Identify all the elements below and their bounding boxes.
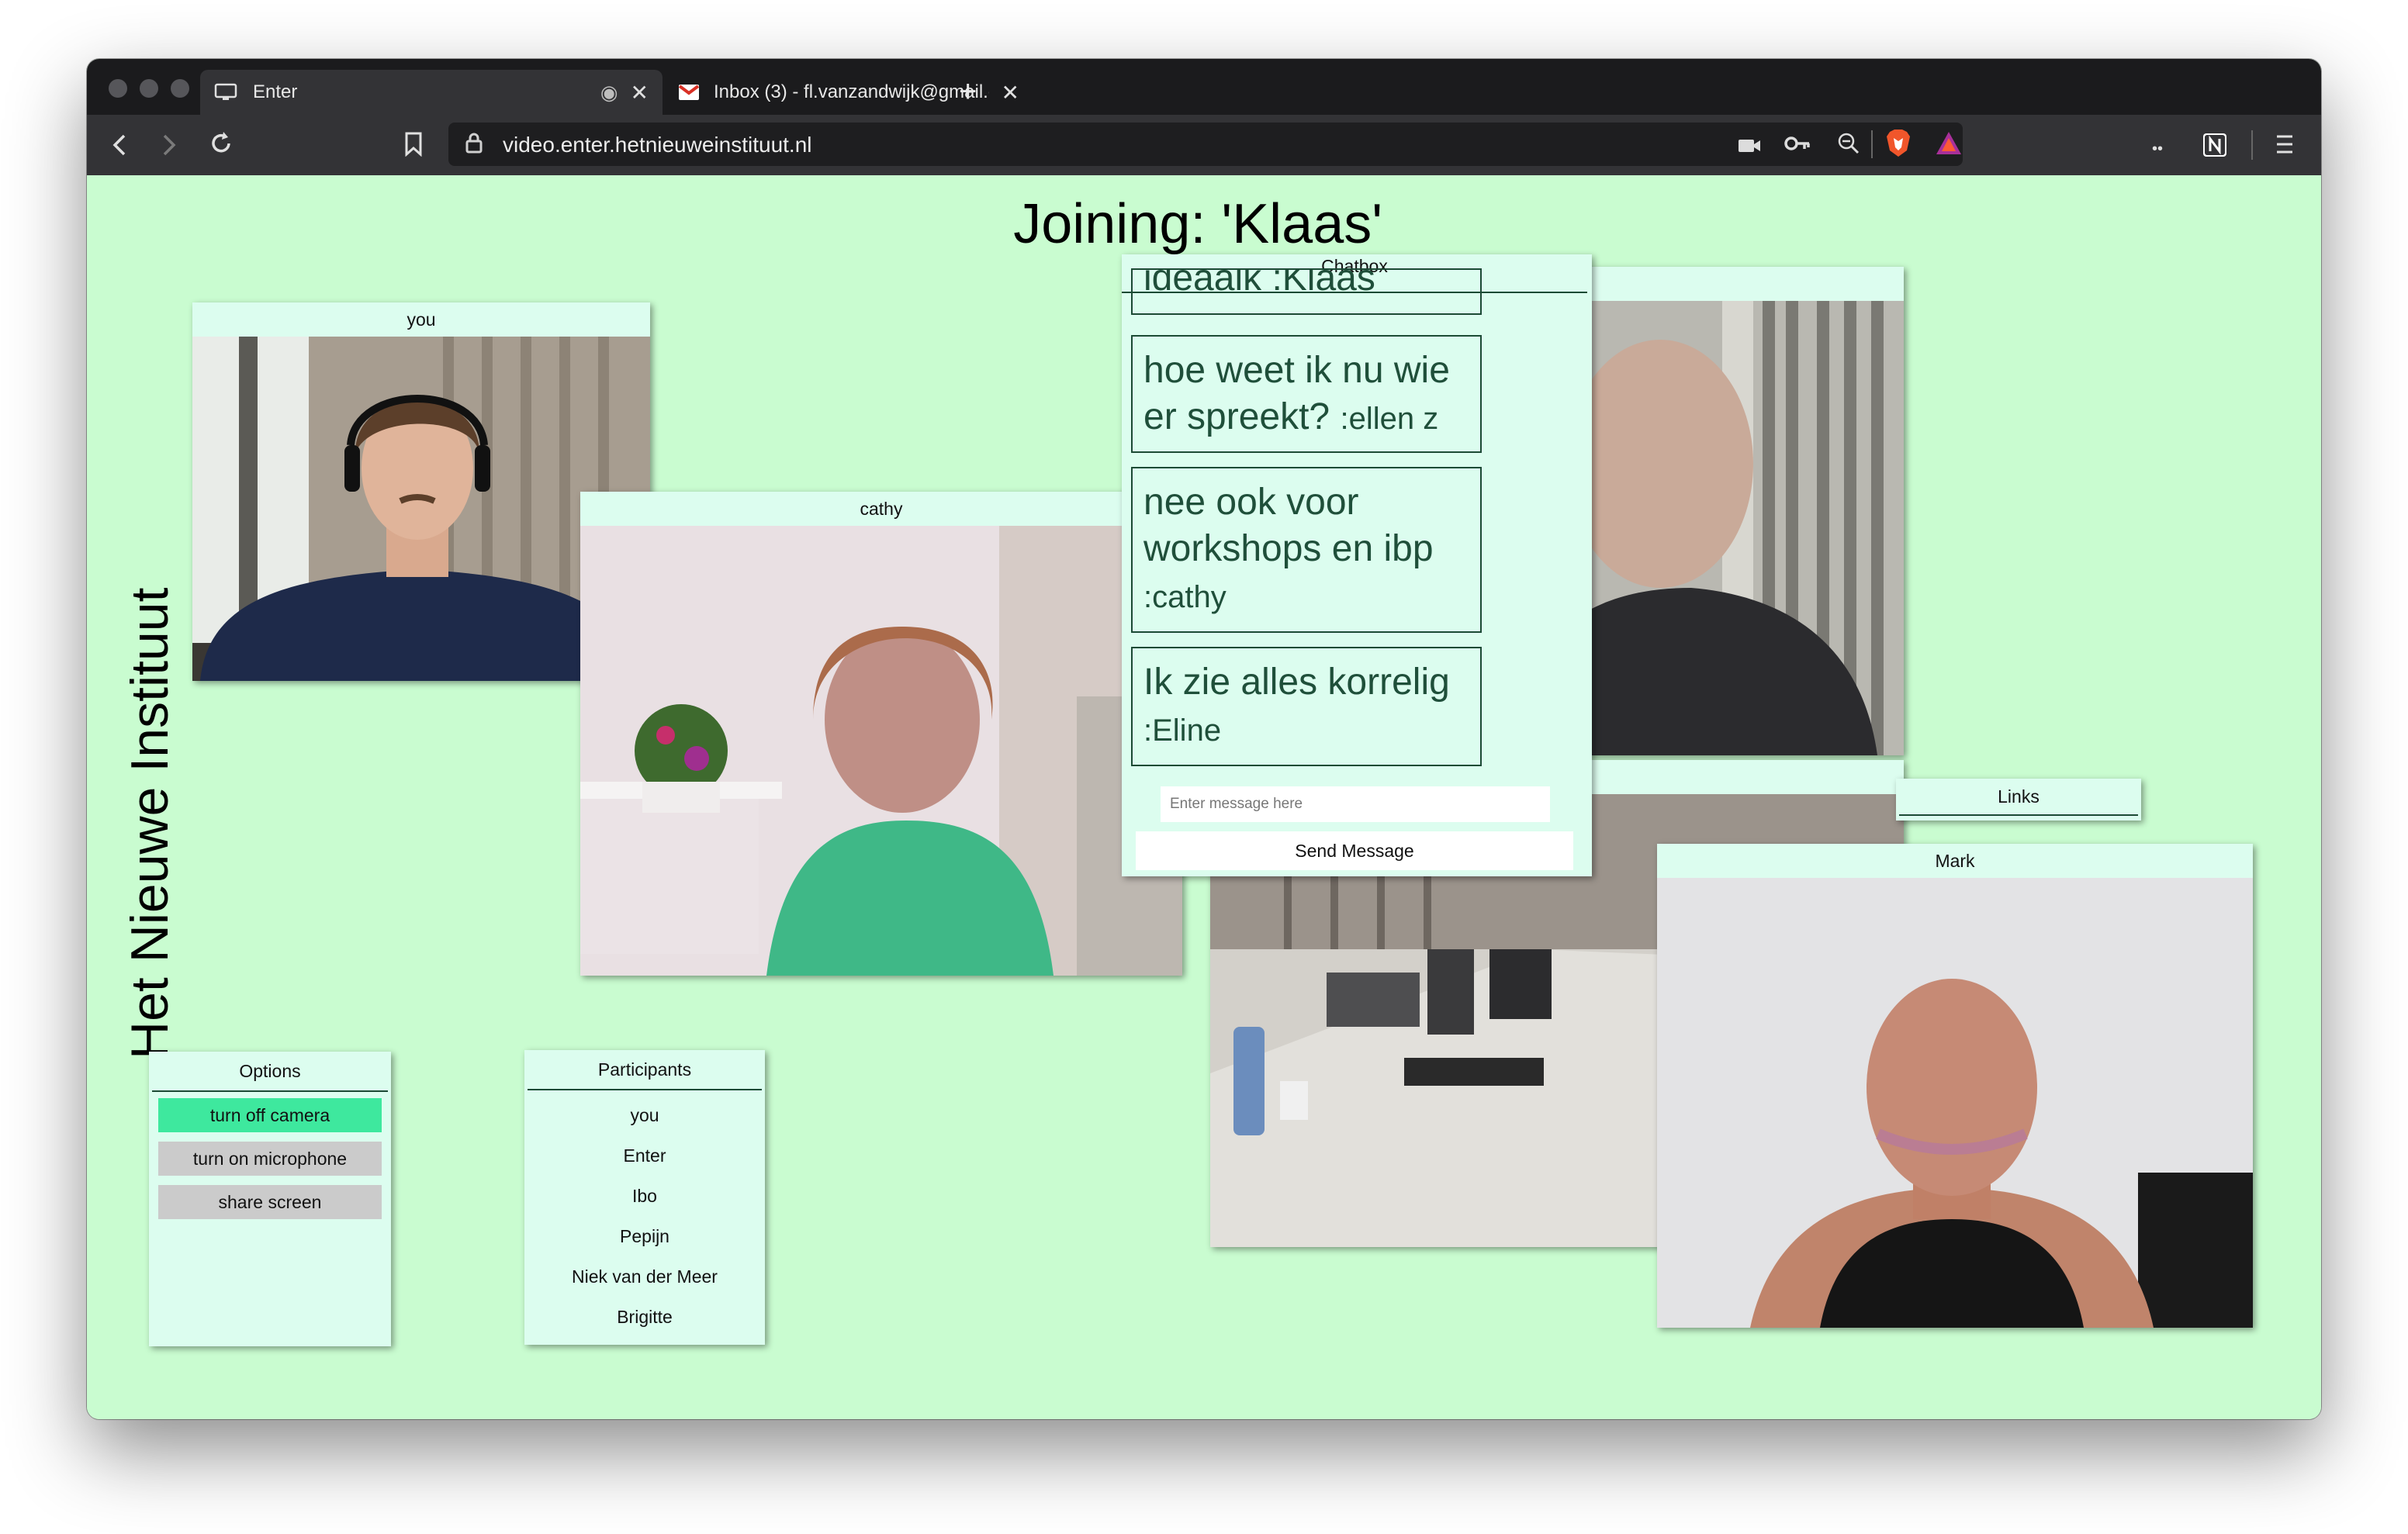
chat-message-text: Ik zie alles korrelig — [1143, 662, 1450, 703]
links-title: Links — [1899, 779, 2138, 816]
tab-inbox[interactable]: Inbox (3) - fl.vanzandwijk@gmail.com ✕ — [664, 70, 1033, 115]
chat-message: nee ook voor workshops en ibp :cathy — [1131, 467, 1482, 633]
turn-on-microphone-button[interactable]: turn on microphone — [158, 1142, 382, 1176]
url-text: video.enter.hetnieuweinstituut.nl — [503, 133, 812, 157]
participant-item[interactable]: you — [524, 1095, 765, 1135]
chat-message-text: ideaalk :Klaas — [1143, 268, 1375, 299]
chat-message: hoe weet ik nu wie er spreekt? :ellen z — [1131, 335, 1482, 453]
reload-icon[interactable] — [208, 130, 234, 161]
zoom-icon[interactable] — [1837, 132, 1860, 161]
chat-message-author: :Eline — [1143, 713, 1222, 748]
browser-window: Enter ◉ ✕ Inbox (3) - fl.vanzandwijk@gma… — [87, 59, 2321, 1419]
participants-panel: Participants you Enter Ibo Pepijn Niek v… — [524, 1050, 765, 1345]
new-tab-icon[interactable]: + — [959, 76, 977, 107]
chat-message-partial: ideaalk :Klaas — [1131, 268, 1482, 315]
chat-message-author: :ellen z — [1340, 402, 1439, 436]
toolbar-divider — [2251, 130, 2253, 160]
chatbox-panel: Chatbox ideaalk :Klaas hoe weet ik nu wi… — [1122, 254, 1592, 876]
notion-icon[interactable] — [2202, 132, 2228, 162]
video-tile-cathy[interactable]: cathy — [580, 492, 1182, 976]
video-label: you — [192, 302, 650, 337]
toolbar-divider — [1871, 130, 1873, 158]
extensions-icon[interactable]: •• — [2152, 136, 2163, 161]
forward-icon[interactable] — [160, 133, 178, 161]
video-label: cathy — [580, 492, 1182, 526]
maximize-window-icon[interactable] — [171, 79, 189, 98]
video-tile-mark[interactable]: Mark — [1657, 844, 2253, 1328]
participant-item[interactable]: Niek van der Meer — [524, 1256, 765, 1297]
links-panel[interactable]: Links — [1896, 779, 2141, 821]
video-feed-cathy — [580, 526, 1182, 976]
address-bar[interactable]: video.enter.hetnieuweinstituut.nl — [448, 123, 1963, 166]
participant-item[interactable]: Pepijn — [524, 1216, 765, 1256]
share-screen-button[interactable]: share screen — [158, 1185, 382, 1219]
send-message-button[interactable]: Send Message — [1136, 831, 1573, 870]
participant-item[interactable]: Brigitte — [524, 1297, 765, 1337]
video-label: Mark — [1657, 844, 2253, 878]
vertical-brand-title: Het Nieuwe Instituut — [120, 587, 179, 1059]
chat-message-input[interactable]: Enter message here — [1161, 786, 1550, 822]
tab-title: Inbox (3) - fl.vanzandwijk@gmail.com — [714, 81, 989, 102]
close-tab-icon[interactable]: ✕ — [1002, 80, 1019, 105]
page-title: Joining: 'Klaas' — [1013, 193, 1382, 255]
close-window-icon[interactable] — [109, 79, 127, 98]
tab-enter[interactable]: Enter ◉ ✕ — [200, 70, 663, 115]
gmail-icon — [678, 85, 700, 100]
turn-off-camera-button[interactable]: turn off camera — [158, 1098, 382, 1132]
participant-item[interactable]: Enter — [524, 1135, 765, 1176]
key-icon[interactable] — [1784, 133, 1811, 158]
participants-title: Participants — [528, 1050, 762, 1090]
recording-icon: ◉ — [600, 80, 618, 104]
brave-rewards-icon[interactable] — [1935, 130, 1963, 162]
menu-icon[interactable] — [2275, 133, 2295, 159]
close-tab-icon[interactable]: ✕ — [631, 80, 649, 105]
chat-message: Ik zie alles korrelig :Eline — [1131, 647, 1482, 766]
brave-shield-icon[interactable] — [1885, 129, 1912, 164]
video-feed-mark — [1657, 878, 2253, 1328]
participant-item[interactable]: Ibo — [524, 1176, 765, 1216]
chat-message-text: nee ook voor workshops en ibp — [1143, 482, 1434, 569]
camera-icon[interactable] — [1738, 135, 1761, 160]
options-panel: Options turn off camera turn on micropho… — [149, 1052, 391, 1346]
bookmark-icon[interactable] — [403, 132, 424, 161]
browser-toolbar: video.enter.hetnieuweinstituut.nl •• — [87, 115, 2321, 175]
tab-bar: Enter ◉ ✕ Inbox (3) - fl.vanzandwijk@gma… — [87, 59, 2321, 115]
monitor-icon — [214, 83, 237, 100]
conference-page: Joining: 'Klaas' Het Nieuwe Instituut yo… — [87, 175, 2321, 1419]
options-title: Options — [152, 1052, 388, 1092]
chat-message-author: :cathy — [1143, 580, 1226, 614]
minimize-window-icon[interactable] — [140, 79, 158, 98]
back-icon[interactable] — [110, 133, 129, 161]
tab-title: Enter — [253, 81, 298, 102]
lock-icon — [465, 132, 483, 159]
